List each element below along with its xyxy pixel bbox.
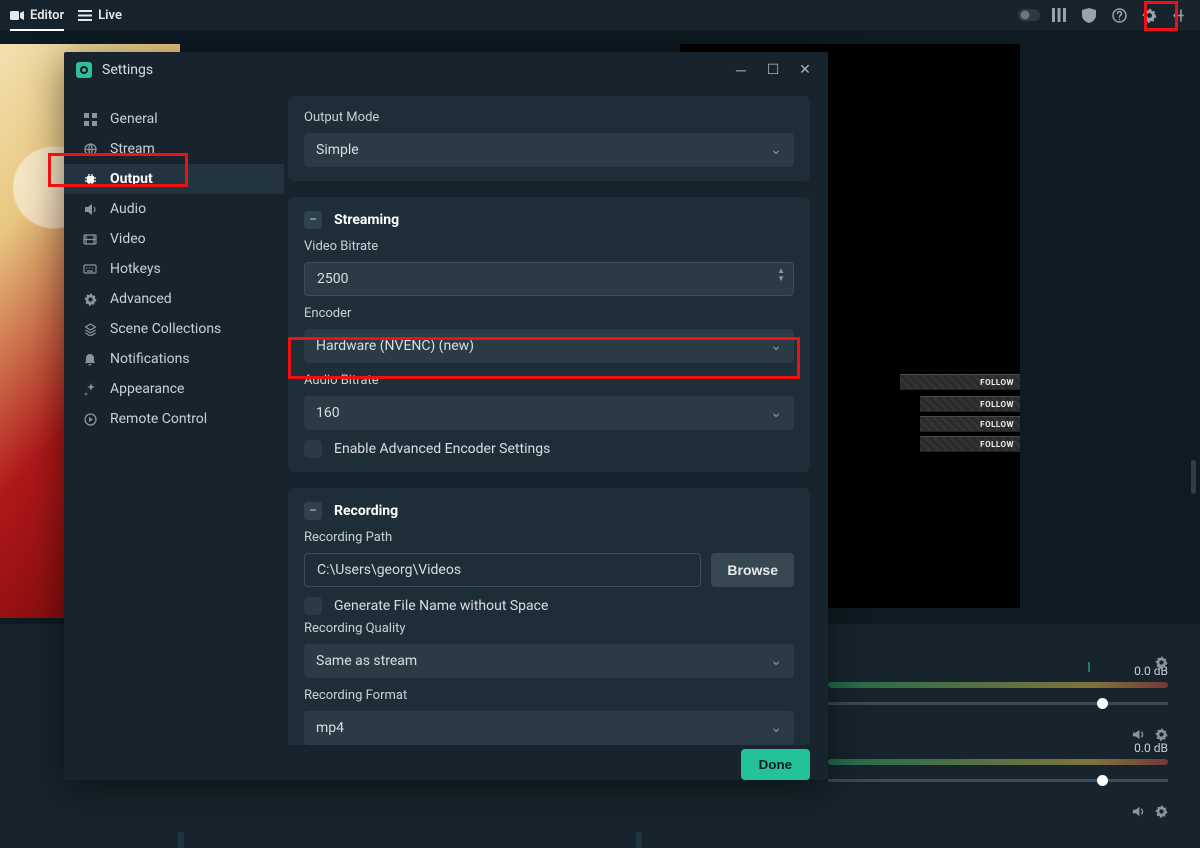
gear-icon[interactable] <box>1155 805 1168 818</box>
settings-dialog: Settings ─ ☐ ✕ General Stream Output Aud… <box>64 52 828 780</box>
recording-title: Recording <box>334 503 398 519</box>
help-icon[interactable] <box>1108 8 1130 23</box>
video-bitrate-input[interactable]: 2500 ▲▼ <box>304 262 794 296</box>
chevron-down-icon: ⌄ <box>770 720 782 736</box>
list-icon <box>78 10 92 21</box>
camera-icon <box>10 10 24 21</box>
spinner-icon[interactable]: ▲▼ <box>777 267 785 283</box>
tab-editor[interactable]: Editor <box>10 8 64 31</box>
grid-icon <box>82 113 98 126</box>
recording-card: − Recording Recording Path C:\Users\geor… <box>288 488 810 745</box>
sidebar-item-scene-collections[interactable]: Scene Collections <box>64 314 284 344</box>
minimize-button[interactable]: ─ <box>730 62 752 79</box>
recording-path-input[interactable]: C:\Users\georg\Videos <box>304 553 701 587</box>
output-mode-select[interactable]: Simple ⌄ <box>304 133 794 167</box>
sidebar-item-stream[interactable]: Stream <box>64 134 284 164</box>
no-space-label: Generate File Name without Space <box>334 598 548 614</box>
alert-follow: FOLLOW <box>920 396 1020 412</box>
speaker-icon[interactable] <box>1132 805 1145 818</box>
advanced-encoder-label: Enable Advanced Encoder Settings <box>334 441 550 457</box>
layers-icon <box>82 323 98 336</box>
recording-format-select[interactable]: mp4 ⌄ <box>304 711 794 745</box>
mixer-db-1: 0.0 dB <box>828 664 1168 678</box>
gear-icon <box>82 293 98 306</box>
mixer-meter-2 <box>828 759 1168 765</box>
chevron-down-icon: ⌄ <box>770 405 782 421</box>
streaming-card: − Streaming Video Bitrate 2500 ▲▼ Encode… <box>288 197 810 472</box>
shield-icon[interactable] <box>1078 8 1100 23</box>
recording-format-label: Recording Format <box>304 688 794 703</box>
app-icon <box>76 62 92 78</box>
chip-icon <box>82 173 98 186</box>
chevron-down-icon: ⌄ <box>770 653 782 669</box>
gear-icon[interactable] <box>1155 728 1168 741</box>
close-button[interactable]: ✕ <box>794 62 816 78</box>
topbar: Editor Live <box>0 0 1200 30</box>
sidebar-item-appearance[interactable]: Appearance <box>64 374 284 404</box>
keyboard-icon <box>82 264 98 274</box>
speaker-icon[interactable] <box>1132 728 1145 741</box>
login-icon[interactable] <box>1168 8 1190 23</box>
sidebar-item-hotkeys[interactable]: Hotkeys <box>64 254 284 284</box>
chevron-down-icon: ⌄ <box>770 142 782 158</box>
maximize-button[interactable]: ☐ <box>762 62 784 78</box>
panel-resize-handle[interactable] <box>636 832 642 848</box>
alert-follow: FOLLOW <box>920 416 1020 432</box>
tab-live-label: Live <box>98 8 122 23</box>
bell-icon <box>82 353 98 366</box>
tab-editor-label: Editor <box>30 8 64 23</box>
scrollbar-thumb[interactable] <box>1191 460 1196 494</box>
tab-live[interactable]: Live <box>78 8 122 23</box>
dialog-title: Settings <box>102 62 720 78</box>
browse-button[interactable]: Browse <box>711 553 794 587</box>
settings-gear-icon[interactable] <box>1138 8 1160 23</box>
output-mode-label: Output Mode <box>304 110 794 125</box>
globe-icon <box>82 143 98 156</box>
no-space-checkbox[interactable] <box>304 597 322 615</box>
film-icon <box>82 234 98 245</box>
encoder-label: Encoder <box>304 306 794 321</box>
audio-mixer: 0.0 dB 0.0 dB <box>828 664 1168 806</box>
sidebar-item-advanced[interactable]: Advanced <box>64 284 284 314</box>
sidebar-item-general[interactable]: General <box>64 104 284 134</box>
settings-content: Output Mode Simple ⌄ − Streaming Video B… <box>284 88 828 745</box>
done-button[interactable]: Done <box>741 749 810 780</box>
settings-sidebar: General Stream Output Audio Video Hotkey… <box>64 88 284 745</box>
sidebar-item-video[interactable]: Video <box>64 224 284 254</box>
alert-follow: FOLLOW <box>900 374 1020 390</box>
dialog-titlebar[interactable]: Settings ─ ☐ ✕ <box>64 52 828 88</box>
sidebar-item-audio[interactable]: Audio <box>64 194 284 224</box>
magic-icon <box>82 383 98 396</box>
mixer-settings-icon[interactable] <box>1155 656 1168 669</box>
advanced-encoder-checkbox[interactable] <box>304 440 322 458</box>
sidebar-item-output[interactable]: Output <box>64 164 284 194</box>
alert-follow: FOLLOW <box>920 436 1020 452</box>
layout-icon[interactable] <box>1048 8 1070 22</box>
encoder-select[interactable]: Hardware (NVENC) (new) ⌄ <box>304 329 794 363</box>
mixer-slider-1[interactable] <box>828 702 1168 705</box>
sidebar-item-notifications[interactable]: Notifications <box>64 344 284 374</box>
output-mode-card: Output Mode Simple ⌄ <box>288 96 810 181</box>
mixer-db-2: 0.0 dB <box>828 741 1168 755</box>
recording-path-label: Recording Path <box>304 530 794 545</box>
recording-quality-label: Recording Quality <box>304 621 794 636</box>
mixer-meter-1 <box>828 682 1168 688</box>
toggle-icon[interactable] <box>1018 9 1040 21</box>
topbar-right <box>1018 8 1190 23</box>
volume-icon <box>82 203 98 216</box>
mixer-slider-2[interactable] <box>828 779 1168 782</box>
play-circle-icon <box>82 413 98 426</box>
audio-bitrate-label: Audio Bitrate <box>304 373 794 388</box>
video-bitrate-label: Video Bitrate <box>304 239 794 254</box>
collapse-button[interactable]: − <box>304 211 322 229</box>
audio-bitrate-select[interactable]: 160 ⌄ <box>304 396 794 430</box>
sidebar-item-remote-control[interactable]: Remote Control <box>64 404 284 434</box>
collapse-button[interactable]: − <box>304 502 322 520</box>
recording-quality-select[interactable]: Same as stream ⌄ <box>304 644 794 678</box>
panel-resize-handle[interactable] <box>178 832 184 848</box>
streaming-title: Streaming <box>334 212 399 228</box>
chevron-down-icon: ⌄ <box>770 338 782 354</box>
